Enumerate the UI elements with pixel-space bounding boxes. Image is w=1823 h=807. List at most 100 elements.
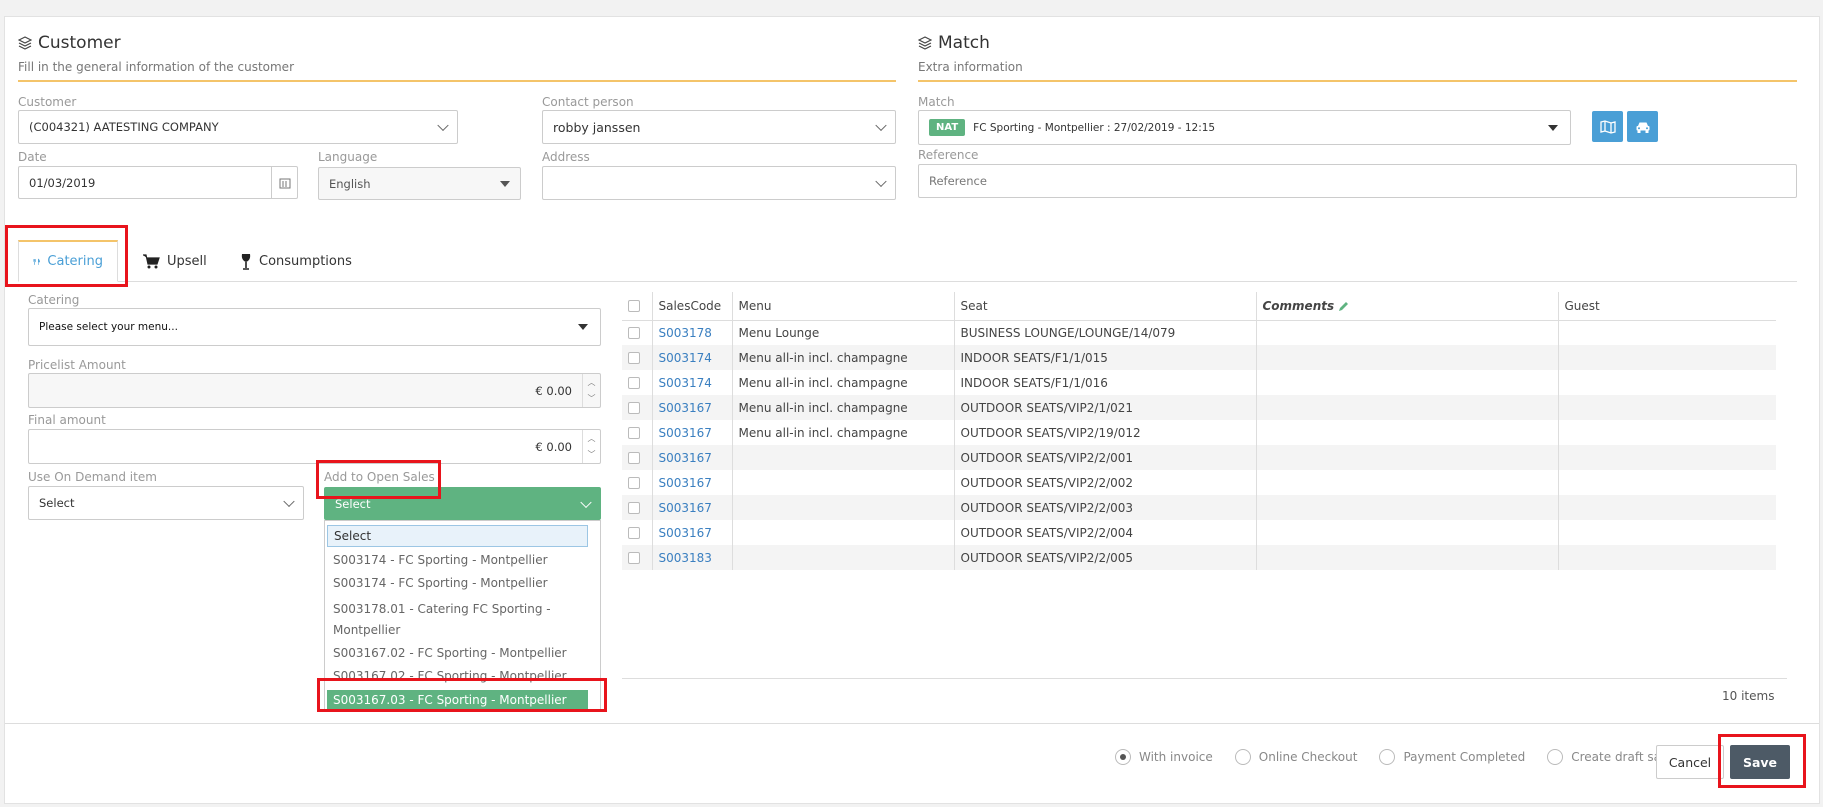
customer-subtitle: Fill in the general information of the c… bbox=[18, 60, 294, 74]
table-row[interactable]: S003167 Menu all-in incl. champagne OUTDOO… bbox=[622, 395, 1776, 420]
table-row[interactable]: S003167 OUTDOOR SEATS/VIP2/2/004 bbox=[622, 520, 1776, 545]
option-payment-completed[interactable]: Payment Completed bbox=[1379, 749, 1525, 765]
radio-create-draft-sales[interactable] bbox=[1547, 749, 1564, 765]
salescode-link[interactable]: S003167 bbox=[659, 426, 712, 440]
table-row[interactable]: S003167 OUTDOOR SEATS/VIP2/2/003 bbox=[622, 495, 1776, 520]
catering-menu-select[interactable]: Please select your menu... bbox=[28, 308, 601, 346]
table-row[interactable]: S003183 OUTDOOR SEATS/VIP2/2/005 bbox=[622, 545, 1776, 570]
guest-cell bbox=[1558, 520, 1776, 545]
select-all-checkbox[interactable] bbox=[628, 300, 640, 313]
radio-payment-completed[interactable] bbox=[1379, 749, 1396, 765]
row-checkbox[interactable] bbox=[628, 427, 640, 439]
highlight-selected-option bbox=[317, 678, 607, 712]
tab-upsell[interactable]: Upsell bbox=[128, 240, 221, 282]
salescode-link[interactable]: S003183 bbox=[659, 551, 712, 565]
table-row[interactable]: S003167 OUTDOOR SEATS/VIP2/2/002 bbox=[622, 470, 1776, 495]
salescode-link[interactable]: S003167 bbox=[659, 501, 712, 515]
column-header-comments[interactable]: Comments bbox=[1256, 292, 1559, 321]
open-sales-option[interactable]: S003174 - FC Sporting - Montpellier bbox=[327, 547, 588, 570]
open-sales-option[interactable]: S003167.02 - FC Sporting - Montpellier bbox=[327, 644, 588, 663]
salescode-cell: S003178 bbox=[652, 320, 733, 345]
salescode-link[interactable]: S003167 bbox=[659, 401, 712, 415]
customer-title-text: Customer bbox=[38, 33, 121, 53]
row-checkbox[interactable] bbox=[628, 452, 640, 464]
comments-cell bbox=[1256, 470, 1559, 495]
guest-cell bbox=[1558, 495, 1776, 520]
reference-placeholder: Reference bbox=[929, 174, 987, 188]
salescode-link[interactable]: S003167 bbox=[659, 476, 712, 490]
open-sales-option[interactable]: S003174 - FC Sporting - Montpellier bbox=[327, 570, 588, 593]
row-checkbox[interactable] bbox=[628, 377, 640, 389]
spin-up-icon[interactable]: ︿ bbox=[583, 430, 600, 447]
pricelist-label: Pricelist Amount bbox=[28, 358, 126, 372]
chevron-down-icon bbox=[580, 496, 592, 508]
open-sales-option[interactable]: Select bbox=[327, 525, 588, 547]
salescode-link[interactable]: S003174 bbox=[659, 351, 712, 365]
option-with-invoice[interactable]: With invoice bbox=[1115, 749, 1213, 765]
menu-cell: Menu Lounge bbox=[732, 320, 955, 345]
row-checkbox-cell bbox=[622, 545, 653, 570]
language-select[interactable]: English bbox=[318, 167, 521, 200]
radio-with-invoice[interactable] bbox=[1115, 749, 1131, 765]
seat-cell: BUSINESS LOUNGE/LOUNGE/14/079 bbox=[954, 320, 1257, 345]
column-header-menu[interactable]: Menu bbox=[732, 292, 955, 321]
table-row[interactable]: S003174 Menu all-in incl. champagne INDOOR… bbox=[622, 345, 1776, 370]
table-header-row: SalesCode Menu Seat Comments Guest bbox=[622, 292, 1776, 321]
chevron-down-icon bbox=[283, 495, 295, 508]
table-row[interactable]: S003167 Menu all-in incl. champagne OUTDOO… bbox=[622, 420, 1776, 445]
comments-cell bbox=[1256, 370, 1559, 395]
final-amount-input[interactable]: € 0.00 ︿ ﹀ bbox=[28, 429, 601, 464]
table-row[interactable]: S003167 OUTDOOR SEATS/VIP2/2/001 bbox=[622, 445, 1776, 470]
radio-online-checkout[interactable] bbox=[1234, 749, 1251, 765]
column-header-salescode[interactable]: SalesCode bbox=[652, 292, 733, 321]
guest-cell bbox=[1558, 420, 1776, 445]
highlight-open-sales-label bbox=[316, 460, 441, 499]
tab-consumptions[interactable]: Consumptions bbox=[226, 240, 366, 282]
row-checkbox[interactable] bbox=[628, 402, 640, 414]
table-row[interactable]: S003174 Menu all-in incl. champagne INDOOR… bbox=[622, 370, 1776, 395]
row-checkbox[interactable] bbox=[628, 477, 640, 489]
menu-cell bbox=[732, 495, 955, 520]
salescode-cell: S003167 bbox=[652, 420, 733, 445]
caret-down-icon bbox=[500, 180, 510, 187]
customer-select[interactable]: (C004321) AATESTING COMPANY bbox=[18, 110, 458, 144]
contact-person-select[interactable]: robby janssen bbox=[542, 110, 896, 144]
salescode-link[interactable]: S003167 bbox=[659, 526, 712, 540]
row-checkbox[interactable] bbox=[628, 502, 640, 514]
select-all-cell bbox=[622, 292, 653, 321]
row-checkbox[interactable] bbox=[628, 552, 640, 564]
reference-input[interactable]: Reference bbox=[918, 164, 1797, 198]
open-sales-option[interactable]: S003178.01 - Catering FC Sporting - Mont… bbox=[327, 593, 588, 644]
pencil-icon[interactable] bbox=[1338, 300, 1350, 312]
salescode-link[interactable]: S003178 bbox=[659, 326, 712, 340]
car-button[interactable] bbox=[1627, 111, 1658, 142]
address-select[interactable] bbox=[542, 166, 896, 200]
footer-rule bbox=[5, 723, 1819, 724]
map-button[interactable] bbox=[1592, 111, 1623, 142]
row-checkbox[interactable] bbox=[628, 327, 640, 340]
row-checkbox-cell bbox=[622, 445, 653, 470]
table-row[interactable]: S003178 Menu Lounge BUSINESS LOUNGE/LOUNGE… bbox=[622, 320, 1776, 345]
salescode-link[interactable]: S003167 bbox=[659, 451, 712, 465]
date-input[interactable]: 01/03/2019 bbox=[18, 166, 298, 199]
customer-section-title: Customer bbox=[18, 33, 121, 53]
menu-cell: Menu all-in incl. champagne bbox=[732, 345, 955, 370]
match-select[interactable]: NAT FC Sporting - Montpellier : 27/02/20… bbox=[918, 110, 1571, 145]
option-online-checkout[interactable]: Online Checkout bbox=[1234, 749, 1357, 765]
column-header-guest[interactable]: Guest bbox=[1558, 292, 1776, 321]
sales-grid: SalesCode Menu Seat Comments Guest S0031… bbox=[622, 292, 1776, 570]
row-checkbox[interactable] bbox=[628, 527, 640, 539]
highlight-catering-tab bbox=[5, 225, 128, 287]
calendar-icon[interactable] bbox=[271, 167, 297, 198]
customer-value: (C004321) AATESTING COMPANY bbox=[29, 120, 219, 134]
column-header-seat[interactable]: Seat bbox=[954, 292, 1257, 321]
on-demand-select[interactable]: Select bbox=[28, 486, 304, 520]
row-checkbox[interactable] bbox=[628, 352, 640, 364]
catering-value: Please select your menu... bbox=[39, 321, 178, 333]
cancel-button[interactable]: Cancel bbox=[1656, 745, 1724, 779]
salescode-link[interactable]: S003174 bbox=[659, 376, 712, 390]
spin-down-icon[interactable]: ﹀ bbox=[583, 447, 600, 464]
match-rule bbox=[918, 80, 1797, 82]
map-icon bbox=[1599, 119, 1616, 134]
final-amount-spinner[interactable]: ︿ ﹀ bbox=[582, 430, 600, 463]
